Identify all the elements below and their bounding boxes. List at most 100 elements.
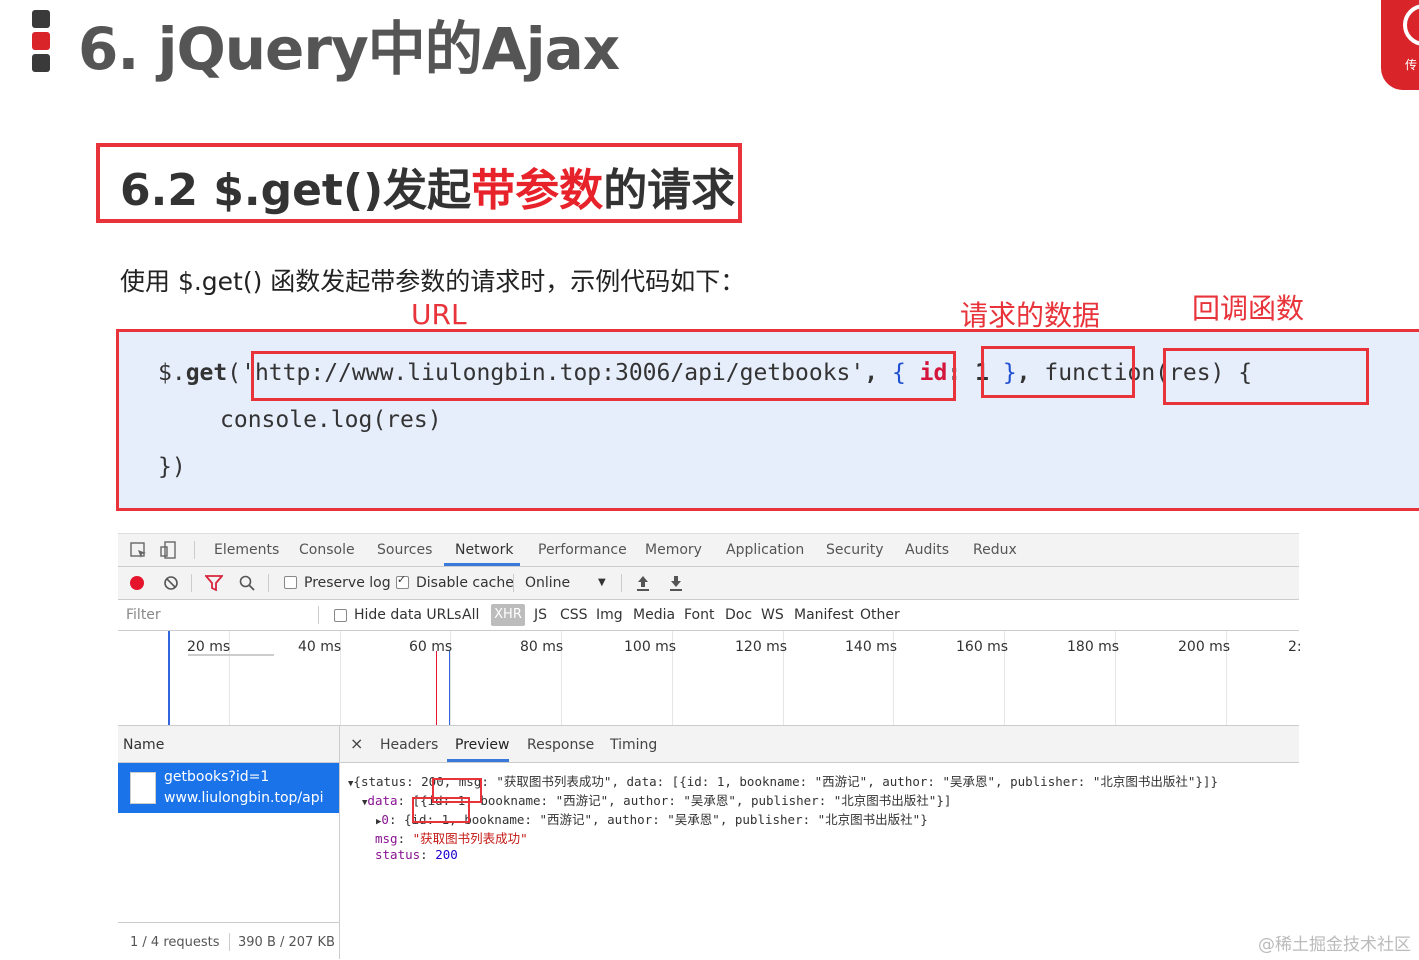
filter-input[interactable]: Filter xyxy=(126,607,316,623)
name-column-header[interactable]: Name xyxy=(118,726,339,763)
preserve-log-label: Preserve log xyxy=(304,575,391,591)
timeline-tick-label: 140 ms xyxy=(845,639,898,655)
timeline-tick-label: 80 ms xyxy=(520,639,564,655)
filter-type-manifest[interactable]: Manifest xyxy=(794,607,854,623)
network-status-bar: 1 / 4 requests 390 B / 207 KB xyxy=(118,922,339,960)
tab-security[interactable]: Security xyxy=(826,542,884,558)
code-get-method: get xyxy=(185,360,228,386)
filter-type-js[interactable]: JS xyxy=(534,607,547,623)
tab-redux[interactable]: Redux xyxy=(973,542,1017,558)
preserve-log-checkbox[interactable] xyxy=(284,576,297,589)
close-icon[interactable]: × xyxy=(350,734,363,753)
tab-separator xyxy=(194,541,195,559)
tab-timing[interactable]: Timing xyxy=(610,737,657,753)
toolbar-separator xyxy=(191,574,192,592)
slide-title: 6. jQuery中的Ajax xyxy=(78,15,620,83)
preview-msg-value: "获取图书列表成功" xyxy=(412,831,528,846)
preview-msg-key: msg xyxy=(375,831,398,846)
annotation-url: URL xyxy=(411,298,467,331)
bullet-square-3 xyxy=(32,54,50,72)
subtitle: 6.2 $.get()发起带参数的请求 xyxy=(120,154,735,218)
filter-type-img[interactable]: Img xyxy=(596,607,623,623)
load-event-marker xyxy=(436,651,437,725)
subtitle-pre: 6.2 $.get()发起 xyxy=(120,165,472,216)
filter-type-other[interactable]: Other xyxy=(860,607,900,623)
request-count: 1 / 4 requests xyxy=(130,935,220,950)
device-toolbar-icon[interactable] xyxy=(160,541,178,559)
detail-tabbar: × Headers Preview Response Timing xyxy=(340,726,1299,763)
preview-status-key: status xyxy=(375,847,421,862)
clear-icon[interactable] xyxy=(163,575,179,591)
tab-audits[interactable]: Audits xyxy=(905,542,949,558)
subtitle-post: 的请求 xyxy=(603,165,736,216)
name-header-label: Name xyxy=(123,737,165,753)
finish-marker xyxy=(449,651,450,725)
timeline-request-bar xyxy=(188,654,274,656)
tab-application[interactable]: Application xyxy=(726,542,804,558)
request-host: www.liulongbin.top/api xyxy=(164,790,324,806)
preview-data-key: data xyxy=(367,793,398,808)
tab-elements[interactable]: Elements xyxy=(214,542,279,558)
tab-headers[interactable]: Headers xyxy=(380,737,438,753)
tab-memory[interactable]: Memory xyxy=(645,542,702,558)
import-har-icon[interactable] xyxy=(636,574,650,592)
active-detail-tab-indicator xyxy=(447,759,509,762)
network-timeline[interactable]: 20 ms 40 ms 60 ms 80 ms 100 ms 120 ms 14… xyxy=(118,631,1302,726)
tab-performance[interactable]: Performance xyxy=(538,542,627,558)
preview-status-value: 200 xyxy=(435,847,458,862)
hide-data-urls-checkbox[interactable] xyxy=(334,609,347,622)
request-row-getbooks[interactable]: getbooks?id=1 www.liulongbin.top/api xyxy=(118,763,339,813)
filter-type-xhr[interactable]: XHR xyxy=(491,604,525,626)
tab-network[interactable]: Network xyxy=(455,542,513,558)
timeline-tick-label: 60 ms xyxy=(409,639,453,655)
tab-response[interactable]: Response xyxy=(527,737,594,753)
filter-separator xyxy=(318,606,319,624)
preview-status-line: status: 200 xyxy=(375,847,458,862)
preview-root-text: {status: 200, msg: "获取图书列表成功", data: [{i… xyxy=(353,774,1218,789)
filter-bar: Filter Hide data URLs All XHR JS CSS Img… xyxy=(118,600,1299,631)
throttle-select[interactable]: Online xyxy=(525,575,570,591)
filter-type-ws[interactable]: WS xyxy=(761,607,784,623)
tab-sources[interactable]: Sources xyxy=(377,542,432,558)
filter-type-all[interactable]: All xyxy=(462,607,479,623)
highlight-data xyxy=(981,346,1135,398)
transfer-size: 390 B / 207 KB xyxy=(238,935,335,950)
export-har-icon[interactable] xyxy=(669,574,683,592)
search-icon[interactable] xyxy=(239,575,255,591)
request-detail-pane: × Headers Preview Response Timing ▼{stat… xyxy=(340,726,1299,959)
disable-cache-checkbox[interactable] xyxy=(396,573,409,589)
devtools-tabbar: Elements Console Sources Network Perform… xyxy=(118,534,1299,567)
highlight-callback xyxy=(1163,348,1369,405)
filter-type-media[interactable]: Media xyxy=(633,607,675,623)
chevron-down-icon[interactable]: ▼ xyxy=(598,577,606,588)
filter-type-doc[interactable]: Doc xyxy=(725,607,752,623)
highlight-item-id xyxy=(412,797,470,823)
timeline-tick-label: 20 ms xyxy=(187,639,231,655)
filter-type-css[interactable]: CSS xyxy=(560,607,588,623)
code-open-paren: ( xyxy=(227,360,242,386)
timeline-tick-label: 160 ms xyxy=(956,639,1009,655)
toolbar-separator xyxy=(621,574,622,592)
dom-content-loaded-marker xyxy=(168,631,170,725)
inspect-element-icon[interactable] xyxy=(130,542,148,560)
timeline-tick-label: 40 ms xyxy=(298,639,342,655)
timeline-tick-label: 100 ms xyxy=(624,639,677,655)
filter-funnel-icon[interactable] xyxy=(205,575,223,591)
timeline-tick-label: 2: xyxy=(1288,639,1302,655)
tab-console[interactable]: Console xyxy=(299,542,355,558)
description: 使用 $.get() 函数发起带参数的请求时，示例代码如下： xyxy=(120,267,746,296)
tab-preview[interactable]: Preview xyxy=(455,737,510,753)
logo-text: 传 xyxy=(1405,58,1418,72)
filter-type-font[interactable]: Font xyxy=(684,607,714,623)
code-line-3: }) xyxy=(158,454,186,480)
toolbar-separator xyxy=(513,574,514,592)
record-icon[interactable] xyxy=(130,576,144,590)
file-icon xyxy=(130,772,156,804)
hide-data-urls-label: Hide data URLs xyxy=(354,607,462,623)
disable-cache-label: Disable cache xyxy=(416,575,514,591)
timeline-tick-label: 200 ms xyxy=(1178,639,1231,655)
annotation-data: 请求的数据 xyxy=(960,299,1101,332)
timeline-tick-label: 180 ms xyxy=(1067,639,1120,655)
status-separator xyxy=(229,933,230,951)
devtools-panel: Elements Console Sources Network Perform… xyxy=(118,533,1302,960)
